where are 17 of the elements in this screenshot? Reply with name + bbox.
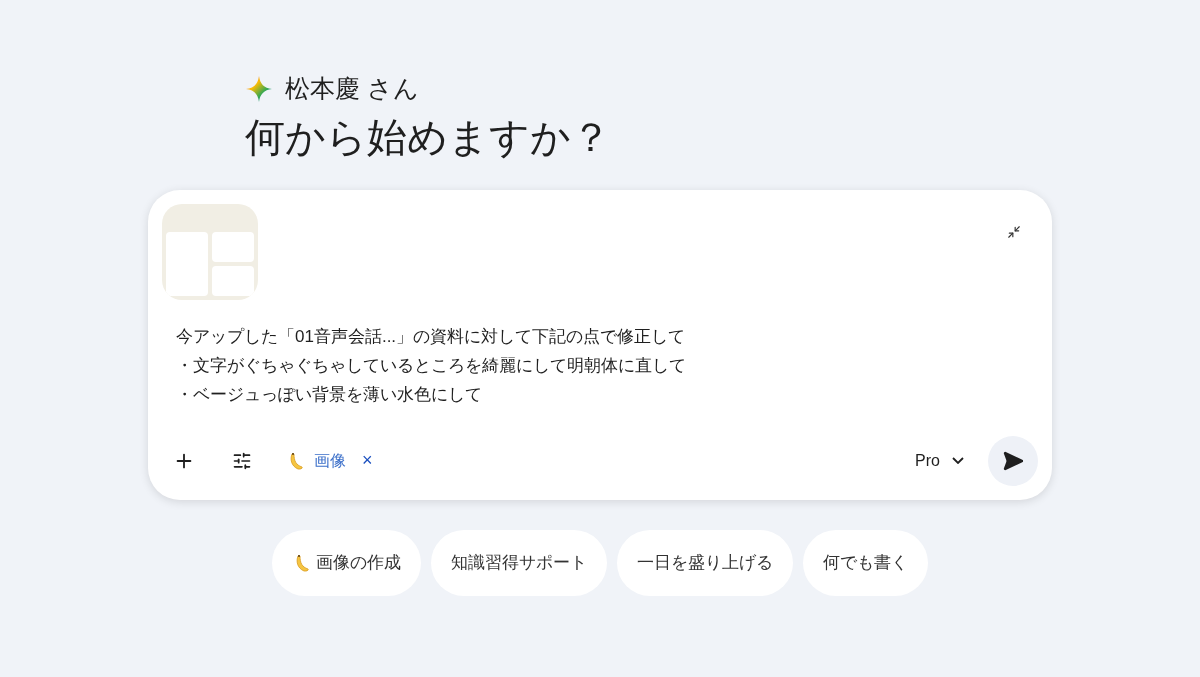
chevron-icon [952, 457, 964, 464]
suggestion-chip[interactable]: 一日を盛り上げる [617, 529, 793, 596]
prompt-text[interactable]: 今アップした「01音声会話...」の資料に対して下記の点で修正して ・文字がぐちゃぐちゃしているところを綺麗にして明朝体に直して ・ベージュっぽい背景を薄い水色にして [176, 321, 1038, 409]
send-icon [1002, 449, 1024, 472]
chip-label: 画像 [314, 450, 346, 471]
model-selector[interactable]: Pro [907, 440, 972, 481]
page-heading: 何から始めますか？ [245, 113, 612, 161]
tools-icon [232, 450, 252, 471]
send-button[interactable] [988, 435, 1038, 486]
collapse-icon [1007, 224, 1021, 239]
remove-chip-button[interactable]: × [362, 447, 373, 474]
image-thumbnail[interactable] [162, 203, 258, 300]
image-tool-chip[interactable]: 画像 × [278, 440, 381, 481]
suggestion-chip[interactable]: 知識習得サポート [431, 529, 607, 596]
suggestion-chip[interactable]: 何でも書く [803, 529, 928, 596]
suggestion-chip[interactable]: 画像の作成 [272, 529, 421, 596]
user-greeting: 松本慶 さん [285, 73, 419, 104]
